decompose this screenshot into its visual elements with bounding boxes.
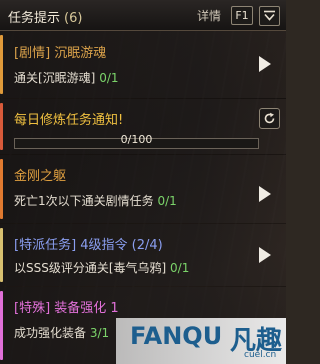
watermark-url: cuel.cn bbox=[244, 350, 277, 360]
quest-objective-text: 通关[沉眠游魂] bbox=[14, 71, 96, 85]
quest-go-button[interactable] bbox=[253, 52, 275, 76]
quest-accent-bar bbox=[0, 35, 3, 94]
quest-tracker-title: 任务提示 (6) bbox=[8, 7, 82, 26]
quest-objective: 死亡1次以下通关剧情任务 0/1 bbox=[14, 192, 177, 209]
quest-objective: 通关[沉眠游魂] 0/1 bbox=[14, 69, 119, 86]
quest-entry-special-dispatch[interactable]: [特派任务] 4级指令 (2/4) 以SSS级评分通关[毒气乌鸦] 0/1 bbox=[0, 224, 286, 286]
refresh-icon bbox=[264, 112, 275, 124]
quest-title: [剧情] 沉眠游魂 bbox=[14, 46, 107, 61]
details-button[interactable]: 详情 bbox=[197, 7, 221, 24]
daily-title: 每日修炼任务通知! bbox=[14, 113, 124, 128]
quest-entry-achievement[interactable]: 金刚之躯 死亡1次以下通关剧情任务 0/1 bbox=[0, 155, 286, 223]
quest-objective-text: 以SSS级评分通关[毒气乌鸦] bbox=[14, 261, 167, 275]
collapse-button[interactable] bbox=[259, 6, 280, 26]
daily-progress-text: 0/100 bbox=[120, 133, 153, 146]
play-arrow-icon bbox=[259, 247, 271, 263]
quest-progress: 3/1 bbox=[89, 326, 110, 340]
quest-tracker-title-label: 任务提示 bbox=[8, 11, 61, 26]
quest-progress: 0/1 bbox=[157, 194, 177, 208]
quest-objective-text: 成功强化装备 bbox=[14, 326, 87, 340]
quest-title: [特殊] 装备强化 1 bbox=[14, 301, 119, 316]
quest-count: (6) bbox=[64, 11, 83, 26]
daily-refresh-button[interactable] bbox=[259, 108, 280, 129]
quest-accent-bar bbox=[0, 159, 3, 219]
quest-objective: 成功强化装备 3/1 bbox=[14, 324, 109, 341]
quest-accent-bar bbox=[0, 291, 3, 360]
quest-progress: 0/1 bbox=[170, 261, 190, 275]
hotkey-f1-badge[interactable]: F1 bbox=[231, 6, 253, 25]
site-watermark: FANQU 凡趣 cuel.cn bbox=[116, 318, 286, 364]
watermark-brand: FANQU bbox=[130, 322, 223, 350]
quest-title: [特派任务] 4级指令 (2/4) bbox=[14, 238, 163, 253]
quest-entry-main-story[interactable]: [剧情] 沉眠游魂 通关[沉眠游魂] 0/1 bbox=[0, 31, 286, 98]
daily-accent-bar bbox=[0, 103, 3, 150]
collapse-down-icon bbox=[264, 10, 275, 21]
quest-title: 金刚之躯 bbox=[14, 169, 67, 184]
quest-objective: 以SSS级评分通关[毒气乌鸦] 0/1 bbox=[14, 259, 189, 276]
quest-go-button[interactable] bbox=[253, 182, 275, 206]
quest-objective-text: 死亡1次以下通关剧情任务 bbox=[14, 194, 154, 208]
quest-tracker-header: 任务提示 (6) 详情 F1 bbox=[0, 0, 286, 31]
quest-go-button[interactable] bbox=[253, 243, 275, 267]
play-arrow-icon bbox=[259, 56, 271, 72]
quest-progress: 0/1 bbox=[99, 71, 119, 85]
play-arrow-icon bbox=[259, 186, 271, 202]
quest-accent-bar bbox=[0, 228, 3, 282]
